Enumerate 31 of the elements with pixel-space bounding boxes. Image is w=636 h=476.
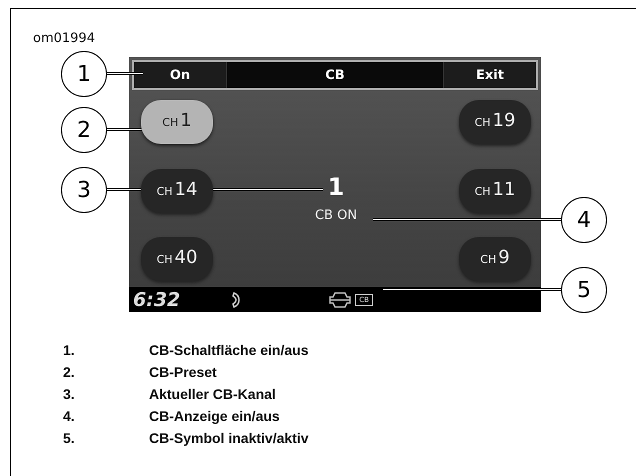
figure-id: om01994 <box>33 31 95 46</box>
legend-text: CB-Schaltfläche ein/aus <box>149 342 308 359</box>
current-channel: 1 <box>328 174 344 200</box>
callout-number: 2 <box>61 107 107 153</box>
exit-button[interactable]: Exit <box>444 62 536 88</box>
legend-number: 5. <box>63 430 76 447</box>
legend-text: CB-Symbol inaktiv/aktiv <box>149 430 308 447</box>
leader-line <box>107 128 143 131</box>
legend-number: 1. <box>63 342 76 359</box>
shield-logo-icon <box>329 292 352 308</box>
legend-text: Aktueller CB-Kanal <box>149 386 276 403</box>
clock-time: 6:32 <box>133 288 182 310</box>
legend-number: 4. <box>63 408 76 425</box>
on-button[interactable]: On <box>134 62 226 88</box>
channel-preset-button[interactable]: CH 19 <box>459 100 531 144</box>
callout-number: 5 <box>561 267 607 313</box>
channel-preset-button[interactable]: CH 14 <box>141 168 213 212</box>
channel-preset-button[interactable]: CH 11 <box>459 168 531 212</box>
legend-text: CB-Preset <box>149 364 217 381</box>
screen-title: CB <box>226 62 444 88</box>
callout-number: 1 <box>61 51 107 97</box>
channel-preset-button[interactable]: CH 1 <box>141 100 213 144</box>
callout-number: 3 <box>61 167 107 213</box>
legend-number: 3. <box>63 386 76 403</box>
callout-number: 4 <box>561 197 607 243</box>
channel-preset-button[interactable]: CH 9 <box>459 237 531 281</box>
legend-number: 2. <box>63 364 76 381</box>
leader-line <box>107 72 143 75</box>
legend-text: CB-Anzeige ein/aus <box>149 408 280 425</box>
channel-preset-button[interactable]: CH 40 <box>141 237 213 281</box>
cb-status: CB ON <box>314 208 358 223</box>
